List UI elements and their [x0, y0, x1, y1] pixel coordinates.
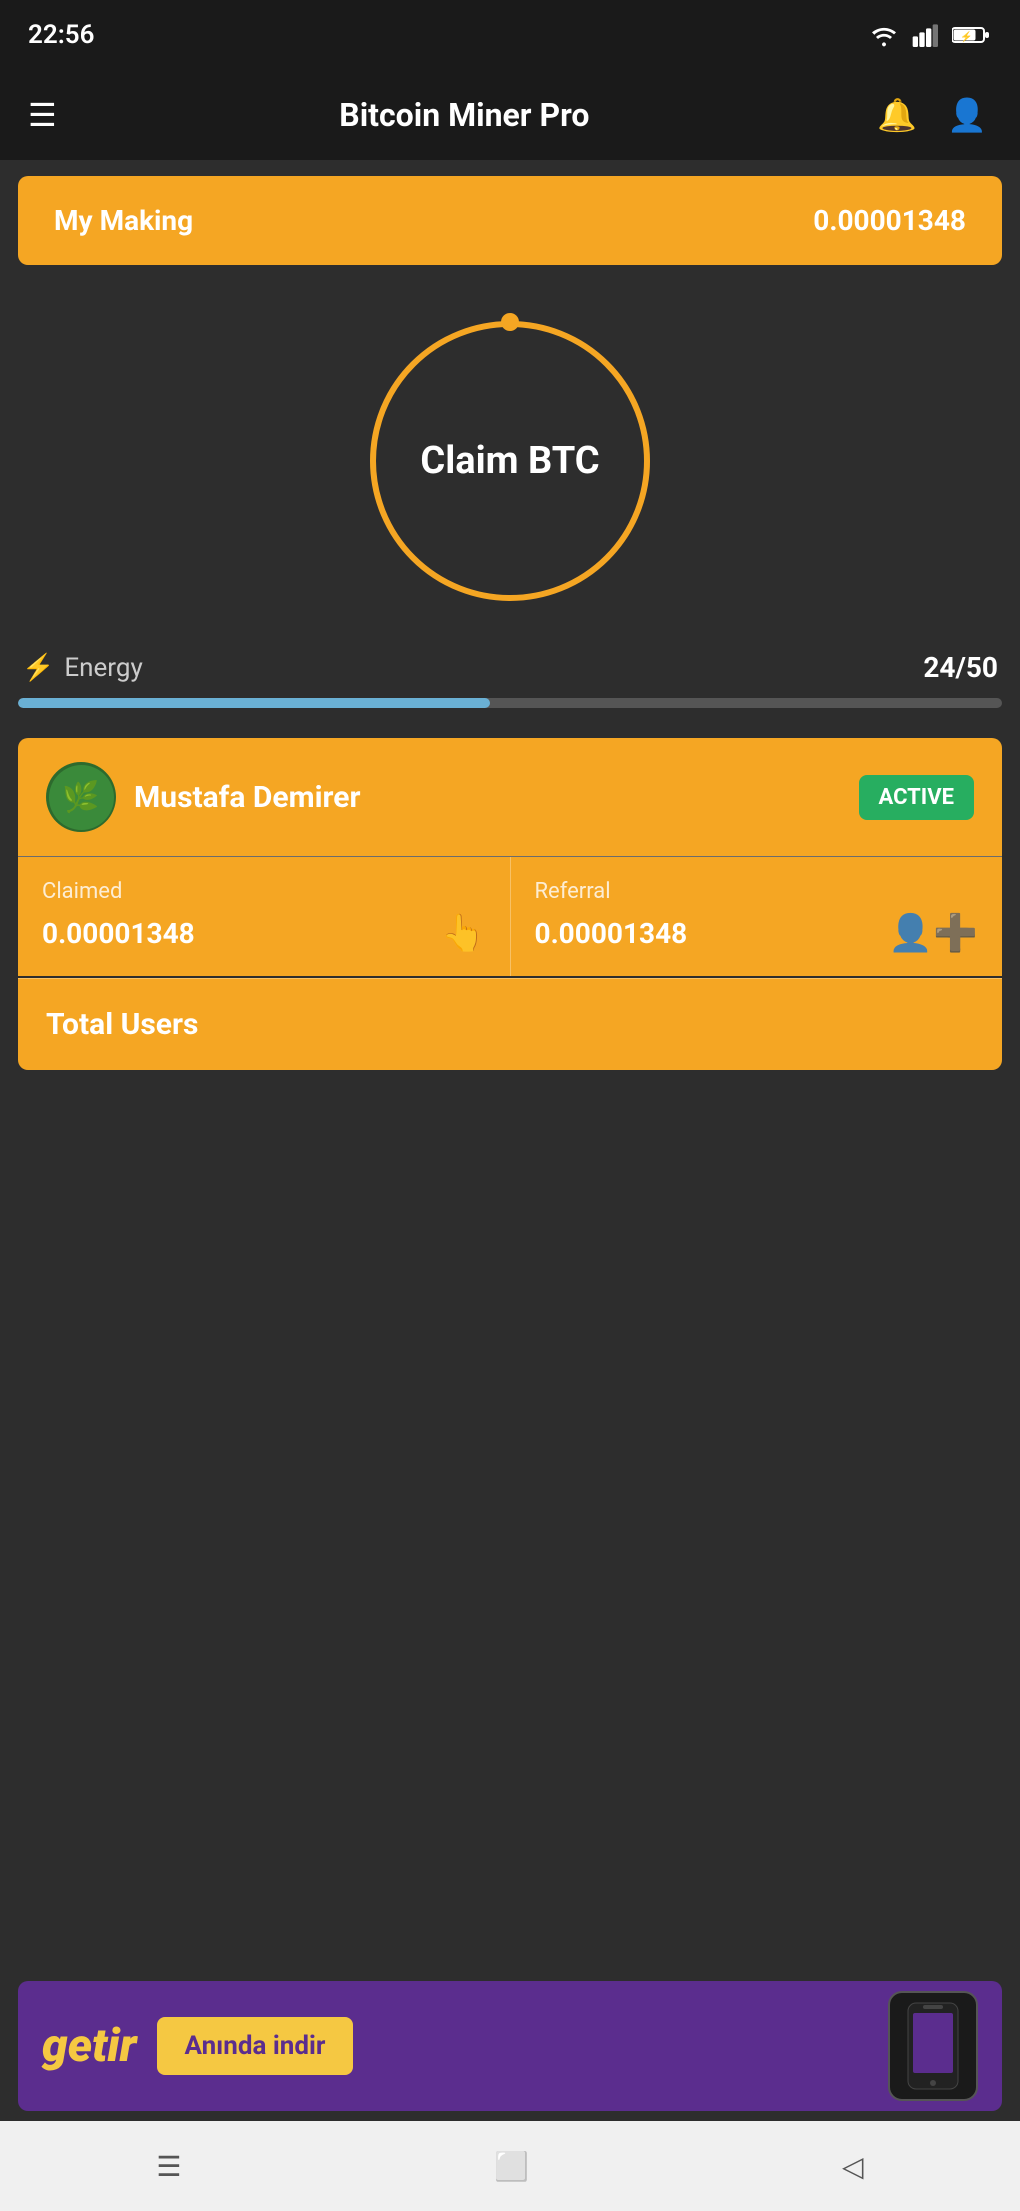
- claim-section: Claim BTC: [0, 281, 1020, 641]
- wifi-icon: [868, 23, 900, 47]
- referral-value: 0.00001348: [535, 917, 688, 950]
- status-time: 22:56: [28, 20, 95, 50]
- hamburger-icon[interactable]: ☰: [28, 96, 57, 134]
- referral-value-row: 0.00001348 👤➕: [535, 912, 979, 954]
- energy-section: ⚡ Energy 24/50: [0, 641, 1020, 728]
- touch-icon: 👆: [441, 912, 486, 954]
- ad-banner[interactable]: getir Anında indir: [18, 1981, 1002, 2111]
- claim-btc-button[interactable]: Claim BTC: [370, 321, 650, 601]
- claimed-value: 0.00001348: [42, 917, 195, 950]
- claim-btc-label: Claim BTC: [420, 439, 599, 483]
- ad-cta-button[interactable]: Anında indir: [157, 2017, 354, 2075]
- user-name: Mustafa Demirer: [134, 780, 360, 815]
- user-card: 🌿 Mustafa Demirer ACTIVE: [18, 738, 1002, 856]
- ad-phone-image: [888, 1991, 978, 2101]
- energy-bar-fill: [18, 698, 490, 708]
- referral-cell: Referral 0.00001348 👤➕: [511, 857, 1003, 976]
- status-bar: 22:56 ⚡: [0, 0, 1020, 70]
- claimed-value-row: 0.00001348 👆: [42, 912, 486, 954]
- avatar-inner: 🌿: [49, 765, 114, 830]
- add-user-icon[interactable]: 👤➕: [888, 912, 978, 954]
- lightning-icon: ⚡: [22, 653, 54, 683]
- user-info: 🌿 Mustafa Demirer: [46, 762, 360, 832]
- active-badge: ACTIVE: [859, 775, 975, 820]
- ad-brand-text: getir: [42, 2019, 137, 2073]
- claimed-cell: Claimed 0.00001348 👆: [18, 857, 511, 976]
- top-nav: ☰ Bitcoin Miner Pro 🔔 👤: [0, 70, 1020, 160]
- status-icons: ⚡: [868, 23, 992, 47]
- phone-svg: [903, 2001, 963, 2091]
- bottom-nav: ☰ ⬜ ◁: [0, 2121, 1020, 2211]
- energy-left: ⚡ Energy: [22, 653, 143, 683]
- my-making-label: My Making: [54, 204, 193, 237]
- total-users-label: Total Users: [46, 1007, 198, 1042]
- svg-text:⚡: ⚡: [960, 30, 972, 43]
- claimed-label: Claimed: [42, 879, 486, 904]
- avatar: 🌿: [46, 762, 116, 832]
- total-users-card: Total Users: [18, 978, 1002, 1070]
- referral-label: Referral: [535, 879, 979, 904]
- energy-label: Energy: [64, 653, 142, 683]
- nav-title: Bitcoin Miner Pro: [77, 96, 852, 134]
- energy-bar-background: [18, 698, 1002, 708]
- my-making-value: 0.00001348: [813, 204, 966, 237]
- bottom-back-button[interactable]: ◁: [842, 2150, 864, 2183]
- my-making-banner: My Making 0.00001348: [18, 176, 1002, 265]
- stats-row: Claimed 0.00001348 👆 Referral 0.00001348…: [18, 856, 1002, 976]
- bottom-home-icon[interactable]: ☰: [156, 2150, 181, 2183]
- bell-icon[interactable]: 🔔: [872, 96, 922, 134]
- user-icon[interactable]: 👤: [942, 96, 992, 134]
- signal-icon: [912, 23, 940, 47]
- energy-value: 24/50: [923, 651, 998, 684]
- battery-icon: ⚡: [952, 23, 992, 47]
- bottom-home-button[interactable]: ⬜: [494, 2150, 529, 2183]
- avatar-leaf-icon: 🌿: [62, 780, 99, 815]
- energy-header: ⚡ Energy 24/50: [18, 651, 1002, 684]
